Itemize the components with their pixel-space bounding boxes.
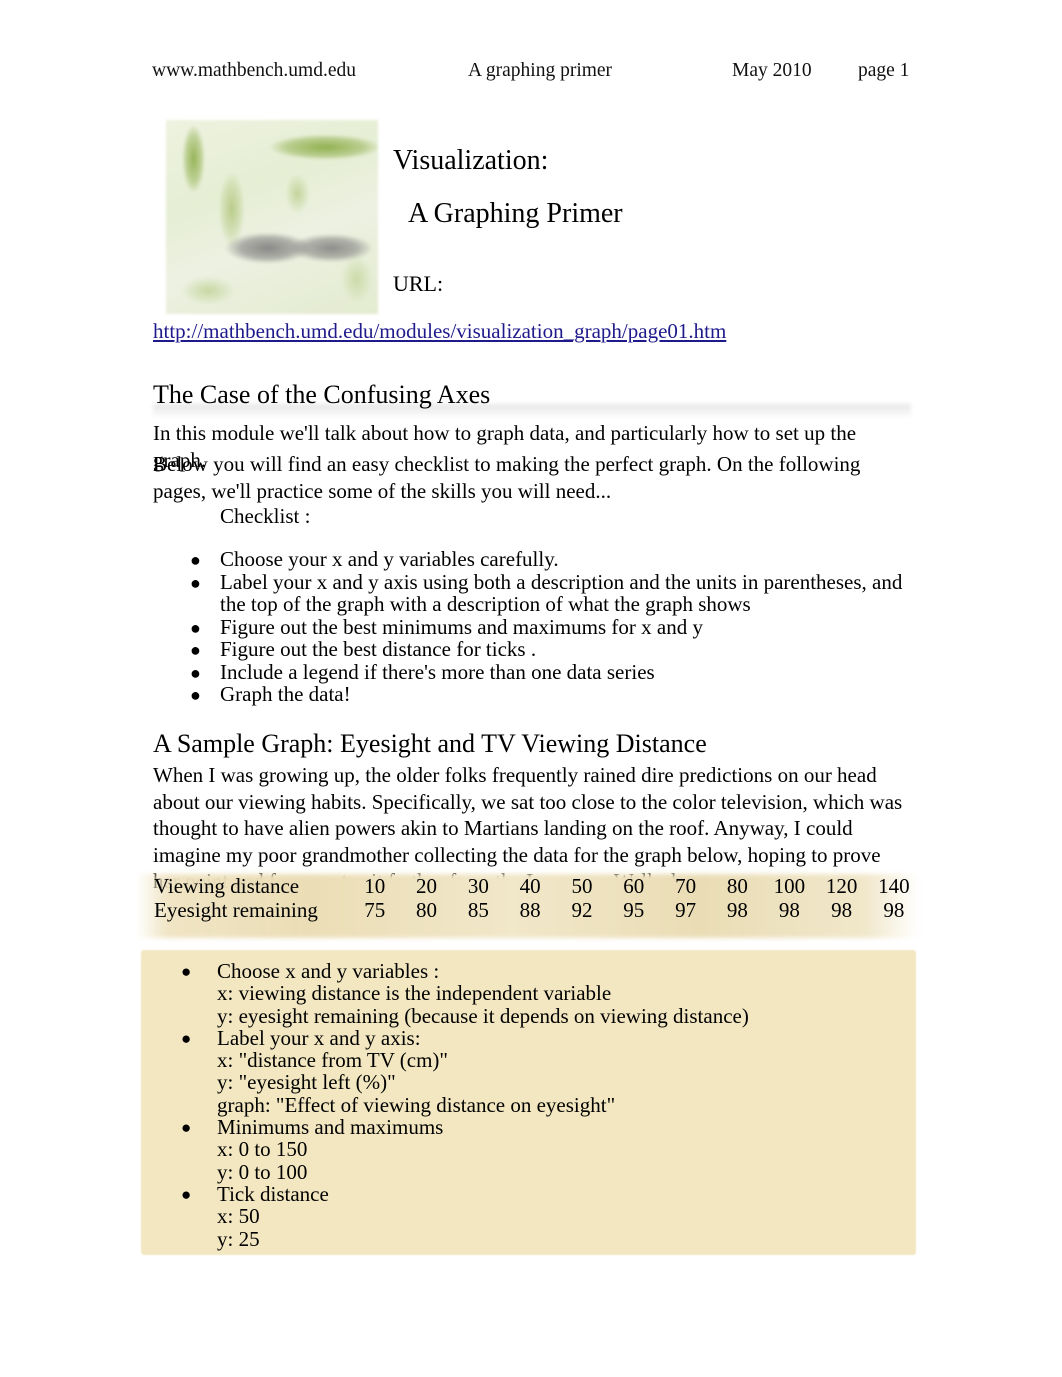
list-item: ● Figure out the best minimums and maxim… [190,614,915,639]
cell: 95 [623,898,645,922]
answer-item-detail: y: eyesight remaining (because it depend… [217,1003,749,1028]
cell: 98 [831,898,853,922]
answer-item-detail: x: viewing distance is the independent v… [217,981,612,1006]
cell: 85 [467,898,489,922]
answer-item-detail: x: 50 [217,1204,260,1229]
bullet-icon: ● [181,1028,192,1048]
header-date: May 2010 [732,60,812,81]
answer-item-detail: graph: "Effect of viewing distance on ey… [217,1092,616,1117]
cell: 92 [571,898,593,922]
row-label-viewing-distance: Viewing distance [154,874,300,898]
document-page: www.mathbench.umd.edu A graphing primer … [0,0,1062,1377]
running-header: www.mathbench.umd.edu A graphing primer … [152,58,932,84]
cell: 98 [883,898,905,922]
list-item: ● Label your x and y axis using both a d… [190,569,915,616]
data-table: Viewing distance 10 20 30 40 50 60 70 80… [136,874,920,922]
cell: 10 [364,874,386,898]
list-item: ● Minimums and maximums x: 0 to 150 y: 0… [181,1116,896,1183]
page-title-line-2: A Graphing Primer [408,198,623,229]
answer-item-detail: x: 0 to 150 [217,1137,308,1162]
bullet-icon: ● [181,962,192,981]
table-row: Viewing distance 10 20 30 40 50 60 70 80… [136,874,920,898]
cell: 98 [778,898,800,922]
bullet-icon: ● [190,617,201,638]
checklist-item-text: Include a legend if there's more than on… [220,659,655,684]
cell: 97 [675,898,697,922]
bullet-icon: ● [190,685,201,705]
list-item: ● Figure out the best distance for ticks… [190,638,915,661]
answer-list: ● Choose x and y variables : x: viewing … [181,960,896,1250]
list-item: ● Choose your x and y variables carefull… [190,548,915,571]
eyesight-data-table: Viewing distance 10 20 30 40 50 60 70 80… [136,874,920,938]
cell: 100 [773,874,806,898]
header-page-number: page 1 [858,60,910,81]
checklist-item-text: Figure out the best minimums and maximum… [220,614,703,639]
intro-paragraph-2: Below you will find an easy checklist to… [153,452,861,503]
cell: 80 [416,898,438,922]
cell: 40 [519,874,541,898]
answer-item-head: Minimums and maximums [217,1115,444,1140]
row-label-eyesight-remaining: Eyesight remaining [154,898,318,922]
cell: 120 [825,874,858,898]
answer-item-head: Label your x and y axis: [217,1025,421,1050]
list-item: ● Choose x and y variables : x: viewing … [181,960,896,1027]
list-item: ● Graph the data! [190,683,915,706]
answer-item-head: Tick distance [217,1181,329,1206]
list-item: ● Tick distance x: 50 y: 25 [181,1183,896,1250]
bullet-icon: ● [190,640,201,660]
cell: 88 [519,898,541,922]
bullet-icon: ● [190,662,201,683]
checklist-item-text: Figure out the best distance for ticks . [220,637,537,661]
answer-item-detail: y: 0 to 100 [217,1159,308,1184]
answer-item-head: Choose x and y variables : [217,959,440,983]
module-url-link[interactable]: http://mathbench.umd.edu/modules/visuali… [153,318,726,345]
list-item: ● Label your x and y axis: x: "distance … [181,1027,896,1116]
checklist-item-text: Label your x and y axis using both a des… [220,569,903,616]
answer-item-detail: y: 25 [217,1226,260,1251]
bullet-icon: ● [190,550,201,570]
section-heading-sample-graph: A Sample Graph: Eyesight and TV Viewing … [153,729,707,758]
cell: 98 [726,898,748,922]
mathbench-logo-image [166,120,378,314]
checklist-item-text: Choose your x and y variables carefully. [220,547,559,571]
cell: 70 [675,874,697,898]
bullet-icon: ● [181,1184,192,1204]
table-row: Eyesight remaining 75 80 85 88 92 95 97 … [136,898,920,922]
cell: 30 [467,874,489,898]
heading-divider-1 [153,404,911,418]
bullet-icon: ● [190,572,201,593]
checklist-label: Checklist : [220,504,311,528]
bullet-icon: ● [181,1118,192,1138]
cell: 60 [623,874,645,898]
cell: 50 [571,874,593,898]
checklist-item-text: Graph the data! [220,682,351,706]
checklist-items: ● Choose your x and y variables carefull… [190,548,915,706]
list-item: ● Include a legend if there's more than … [190,659,915,684]
cell: 75 [364,898,386,922]
cell: 140 [878,874,910,898]
cell: 20 [416,874,438,898]
answer-item-detail: x: "distance from TV (cm)" [217,1048,448,1073]
header-doc-title: A graphing primer [468,60,613,81]
answer-item-detail: y: "eyesight left (%)" [217,1070,396,1095]
cell: 80 [726,874,748,898]
url-label: URL: [393,271,444,296]
page-title-line-1: Visualization: [393,145,549,176]
header-site-url: www.mathbench.umd.edu [152,60,356,81]
